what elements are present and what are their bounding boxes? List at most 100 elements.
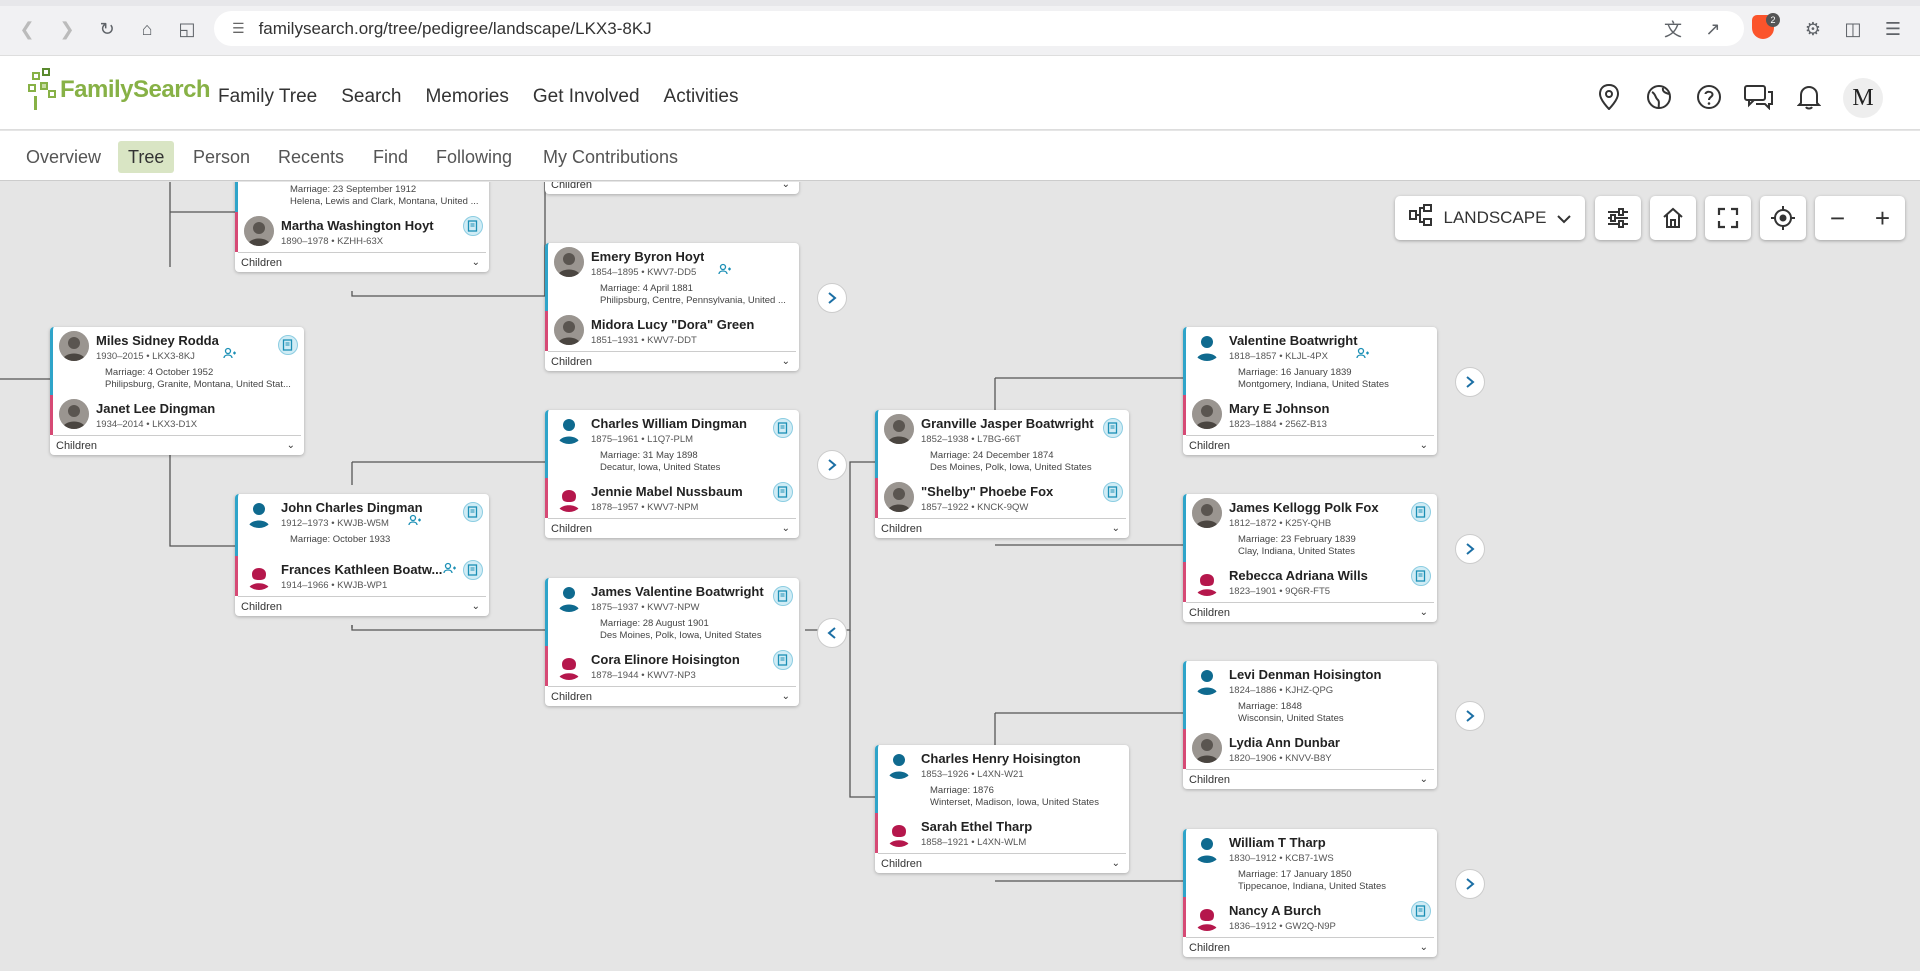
record-hints-icon[interactable]: [1411, 901, 1431, 921]
record-hints-icon[interactable]: [463, 216, 483, 236]
person-mother[interactable]: "Shelby" Phoebe Fox 1857–1922 • KNCK-9QW: [875, 478, 1129, 518]
pedigree-canvas[interactable]: LANDSCAPE − + 1889–1974 • LKKJ-948 Marri…: [0, 182, 1920, 971]
tab-find[interactable]: Find: [363, 141, 418, 173]
person-father[interactable]: Miles Sidney Rodda 1930–2015 • LKX3-8KJ …: [50, 327, 304, 395]
nav-memories[interactable]: Memories: [425, 86, 508, 108]
person-father[interactable]: Charles Henry Hoisington 1853–1926 • L4X…: [875, 745, 1129, 813]
person-father[interactable]: 1889–1974 • LKKJ-948 Marriage: 23 Septem…: [235, 182, 489, 212]
record-hints-icon[interactable]: [278, 335, 298, 355]
globe-icon[interactable]: [1644, 82, 1674, 112]
couple-card[interactable]: Miles Sidney Rodda 1930–2015 • LKX3-8KJ …: [50, 327, 304, 455]
person-name[interactable]: Martha Washington Hoyt: [281, 218, 434, 233]
person-name[interactable]: James Kellogg Polk Fox: [1229, 500, 1379, 515]
portrait-photo[interactable]: [1192, 399, 1222, 429]
person-mother[interactable]: Rebecca Adriana Wills 1823–1901 • 9Q6R-F…: [1183, 562, 1437, 602]
person-father[interactable]: James Valentine Boatwright 1875–1937 • K…: [545, 578, 799, 646]
children-toggle[interactable]: Children ⌄: [548, 518, 796, 538]
person-name[interactable]: Rebecca Adriana Wills: [1229, 568, 1368, 583]
address-bar[interactable]: ☰ familysearch.org/tree/pedigree/landsca…: [214, 11, 1744, 46]
person-father[interactable]: Levi Denman Hoisington 1824–1886 • KJHZ-…: [1183, 661, 1437, 729]
view-mode-dropdown[interactable]: LANDSCAPE: [1395, 196, 1585, 240]
record-hints-icon[interactable]: [773, 482, 793, 502]
couple-card[interactable]: Levi Denman Hoisington 1824–1886 • KJHZ-…: [1183, 661, 1437, 789]
children-toggle[interactable]: Children ⌄: [53, 435, 301, 455]
children-toggle[interactable]: Children ⌄: [548, 686, 796, 706]
couple-card[interactable]: William T Tharp 1830–1912 • KCB7-1WS Mar…: [1183, 829, 1437, 957]
person-name[interactable]: Janet Lee Dingman: [96, 401, 215, 416]
couple-card[interactable]: James Valentine Boatwright 1875–1937 • K…: [545, 578, 799, 706]
portrait-photo[interactable]: [1192, 733, 1222, 763]
portrait-photo[interactable]: [59, 331, 89, 361]
person-name[interactable]: Granville Jasper Boatwright: [921, 416, 1094, 431]
person-name[interactable]: Jennie Mabel Nussbaum: [591, 484, 743, 499]
tab-recents[interactable]: Recents: [268, 141, 354, 173]
notifications-bell-icon[interactable]: [1794, 82, 1824, 112]
collapse-ancestors-button[interactable]: [817, 618, 847, 648]
record-hints-icon[interactable]: [463, 502, 483, 522]
male-silhouette-icon[interactable]: [884, 749, 914, 779]
relationship-icon[interactable]: [408, 514, 422, 529]
couple-card[interactable]: Children ⌄: [545, 182, 799, 194]
person-mother[interactable]: Midora Lucy "Dora" Green 1851–1931 • KWV…: [545, 311, 799, 351]
male-silhouette-icon[interactable]: [554, 582, 584, 612]
nav-search[interactable]: Search: [341, 86, 401, 108]
expand-ancestors-button[interactable]: [1455, 534, 1485, 564]
expand-ancestors-button[interactable]: [1455, 701, 1485, 731]
recenter-button[interactable]: [1760, 196, 1806, 240]
person-name[interactable]: Frances Kathleen Boatw...: [281, 562, 442, 577]
person-name[interactable]: Midora Lucy "Dora" Green: [591, 317, 754, 332]
couple-card[interactable]: 1889–1974 • LKKJ-948 Marriage: 23 Septem…: [235, 182, 489, 272]
person-father[interactable]: Valentine Boatwright 1818–1857 • KLJL-4P…: [1183, 327, 1437, 395]
person-mother[interactable]: Janet Lee Dingman 1934–2014 • LKX3-D1X: [50, 395, 304, 435]
person-name[interactable]: Lydia Ann Dunbar: [1229, 735, 1340, 750]
person-father[interactable]: Emery Byron Hoyt 1854–1895 • KWV7-DD5 Ma…: [545, 243, 799, 311]
record-hints-icon[interactable]: [1103, 482, 1123, 502]
portrait-photo[interactable]: [59, 399, 89, 429]
children-toggle[interactable]: Children ⌄: [1186, 937, 1434, 957]
portrait-photo[interactable]: [1192, 498, 1222, 528]
person-mother[interactable]: Lydia Ann Dunbar 1820–1906 • KNVV-B8Y: [1183, 729, 1437, 769]
children-toggle[interactable]: Children ⌄: [1186, 602, 1434, 622]
back-icon[interactable]: ❮: [14, 16, 40, 42]
tab-following[interactable]: Following: [426, 141, 522, 173]
record-hints-icon[interactable]: [1411, 502, 1431, 522]
person-mother[interactable]: Frances Kathleen Boatw... 1914–1966 • KW…: [235, 556, 489, 596]
female-silhouette-icon[interactable]: [884, 817, 914, 847]
tab-person[interactable]: Person: [183, 141, 260, 173]
tab-my-contributions[interactable]: My Contributions: [533, 141, 688, 173]
male-silhouette-icon[interactable]: [554, 414, 584, 444]
messages-icon[interactable]: [1744, 82, 1774, 112]
person-name[interactable]: William T Tharp: [1229, 835, 1326, 850]
female-silhouette-icon[interactable]: [554, 650, 584, 680]
person-name[interactable]: Valentine Boatwright: [1229, 333, 1358, 348]
person-father[interactable]: Granville Jasper Boatwright 1852–1938 • …: [875, 410, 1129, 478]
nav-activities[interactable]: Activities: [664, 86, 739, 108]
user-avatar[interactable]: M: [1843, 78, 1883, 118]
children-toggle[interactable]: Children ⌄: [1186, 769, 1434, 789]
person-name[interactable]: John Charles Dingman: [281, 500, 423, 515]
couple-card[interactable]: Charles William Dingman 1875–1961 • L1Q7…: [545, 410, 799, 538]
children-toggle[interactable]: Children ⌄: [238, 596, 486, 616]
couple-card[interactable]: Emery Byron Hoyt 1854–1895 • KWV7-DD5 Ma…: [545, 243, 799, 371]
person-name[interactable]: Emery Byron Hoyt: [591, 249, 704, 264]
person-father[interactable]: John Charles Dingman 1912–1973 • KWJB-W5…: [235, 494, 489, 556]
person-name[interactable]: Charles Henry Hoisington: [921, 751, 1081, 766]
relationship-icon[interactable]: [223, 347, 237, 362]
translate-icon[interactable]: 文: [1660, 16, 1686, 42]
male-silhouette-icon[interactable]: [1192, 331, 1222, 361]
record-hints-icon[interactable]: [1411, 566, 1431, 586]
children-toggle[interactable]: Children ⌄: [548, 351, 796, 371]
zoom-in-icon[interactable]: +: [1875, 203, 1890, 234]
home-icon[interactable]: ⌂: [134, 16, 160, 42]
portrait-photo[interactable]: [554, 247, 584, 277]
person-name[interactable]: Mary E Johnson: [1229, 401, 1329, 416]
expand-ancestors-button[interactable]: [1455, 869, 1485, 899]
expand-ancestors-button[interactable]: [817, 283, 847, 313]
tab-overview[interactable]: Overview: [16, 141, 111, 173]
couple-card[interactable]: Charles Henry Hoisington 1853–1926 • L4X…: [875, 745, 1129, 873]
expand-ancestors-button[interactable]: [1455, 367, 1485, 397]
share-icon[interactable]: ↗: [1700, 16, 1726, 42]
person-mother[interactable]: Mary E Johnson 1823–1884 • 256Z-B13: [1183, 395, 1437, 435]
portrait-photo[interactable]: [244, 216, 274, 246]
female-silhouette-icon[interactable]: [244, 560, 274, 590]
